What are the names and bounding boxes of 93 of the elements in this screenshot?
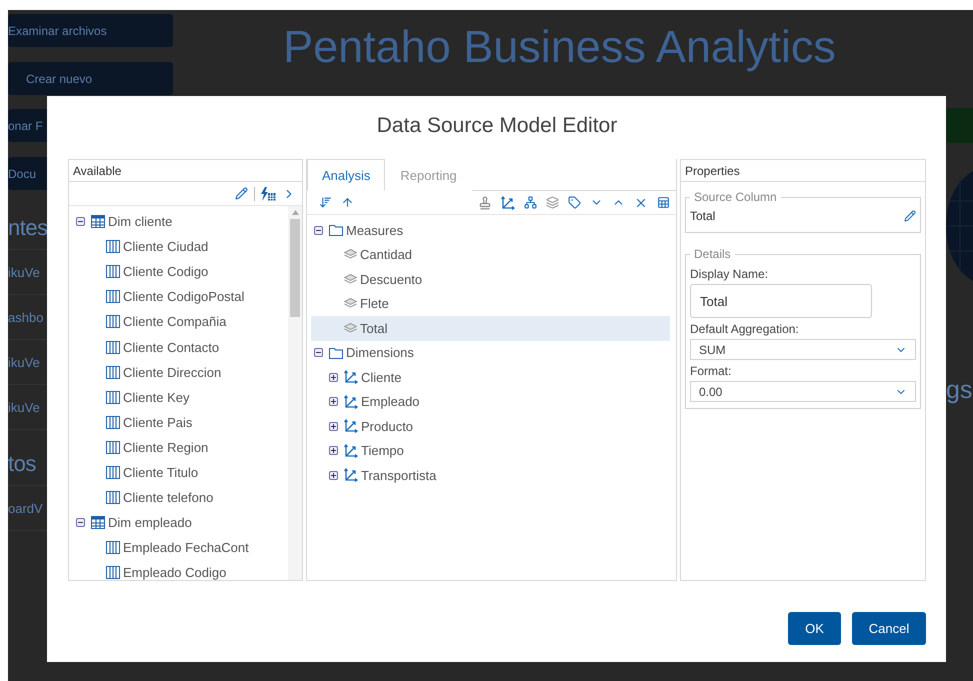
tree-item[interactable]: Dim empleado bbox=[73, 510, 288, 536]
tree-item[interactable]: Producto bbox=[311, 414, 670, 438]
tree-item[interactable]: Cliente Compañia bbox=[73, 309, 288, 334]
section-heading: gs bbox=[946, 376, 973, 405]
tree-item[interactable]: Cliente Key bbox=[73, 384, 288, 410]
tree-item[interactable]: Descuento bbox=[311, 267, 670, 292]
tree-item[interactable]: Cliente Codigo bbox=[73, 259, 288, 284]
column-icon bbox=[106, 265, 120, 278]
sort-up-icon[interactable] bbox=[341, 196, 354, 209]
column-icon bbox=[106, 390, 120, 404]
stamp-icon[interactable] bbox=[478, 196, 492, 210]
collapse-icon[interactable] bbox=[76, 518, 85, 528]
tree-item[interactable]: Cliente bbox=[311, 365, 670, 390]
axes-icon bbox=[344, 444, 358, 458]
column-icon bbox=[106, 416, 120, 429]
column-icon bbox=[106, 491, 120, 504]
folder-icon bbox=[329, 224, 343, 236]
tree-item[interactable]: Cliente telefono bbox=[73, 485, 288, 510]
column-icon bbox=[106, 315, 120, 328]
axes-icon bbox=[344, 468, 358, 482]
select-field[interactable]: 0.00 bbox=[690, 381, 916, 402]
column-icon bbox=[106, 466, 120, 479]
tag-icon[interactable] bbox=[568, 196, 581, 209]
menu-button[interactable]: Examinar archivos bbox=[8, 14, 173, 47]
field-label: Format: bbox=[690, 364, 732, 378]
tree-item[interactable]: Empleado bbox=[311, 390, 670, 414]
column-icon bbox=[106, 340, 120, 354]
app-title: Pentaho Business Analytics bbox=[283, 22, 836, 72]
expand-icon[interactable] bbox=[329, 397, 338, 406]
hierarchy-icon[interactable] bbox=[524, 196, 537, 209]
expand-icon[interactable] bbox=[329, 470, 338, 480]
column-icon bbox=[106, 566, 120, 580]
axes-icon bbox=[501, 196, 515, 210]
field-label: Display Name: bbox=[690, 267, 770, 281]
layers-icon bbox=[344, 298, 357, 310]
scrollbar[interactable] bbox=[288, 206, 302, 580]
collapse-icon[interactable] bbox=[314, 226, 323, 235]
source-column-value: Total bbox=[690, 209, 716, 223]
column-icon bbox=[106, 440, 120, 454]
tree-item[interactable]: Total bbox=[311, 316, 670, 340]
panel-title: Available bbox=[69, 160, 302, 182]
menu-button[interactable]: Crear nuevo bbox=[8, 62, 173, 95]
tree-item[interactable]: Cliente Direccion bbox=[73, 360, 288, 385]
group-legend: Source Column bbox=[690, 190, 781, 204]
axes-icon bbox=[344, 394, 358, 409]
pencil-icon[interactable] bbox=[235, 187, 248, 200]
tree-item[interactable]: Cliente Contacto bbox=[73, 334, 288, 360]
expand-icon[interactable] bbox=[329, 446, 338, 456]
sort-down-icon[interactable] bbox=[319, 196, 332, 209]
table-icon bbox=[91, 516, 105, 530]
expand-icon[interactable] bbox=[329, 422, 338, 431]
tree-item[interactable]: Cliente CodigoPostal bbox=[73, 284, 288, 310]
panel-title: Properties bbox=[681, 160, 925, 182]
tree-item[interactable]: Measures bbox=[311, 218, 670, 242]
table-remove-icon[interactable] bbox=[657, 196, 670, 209]
layers-icon bbox=[344, 322, 357, 334]
select-field[interactable]: SUM bbox=[690, 339, 916, 360]
layers-icon[interactable] bbox=[546, 196, 559, 209]
folder-icon bbox=[329, 346, 343, 359]
collapse-icon[interactable] bbox=[76, 217, 85, 226]
column-icon bbox=[106, 366, 120, 379]
tree-item[interactable]: Flete bbox=[311, 292, 670, 316]
lightning-table-icon[interactable] bbox=[261, 186, 276, 200]
column-icon bbox=[106, 290, 120, 304]
axes-icon bbox=[344, 370, 358, 384]
column-icon bbox=[106, 541, 120, 554]
tree-item[interactable]: Tiempo bbox=[311, 438, 670, 463]
tree-item[interactable]: Dim cliente bbox=[73, 209, 288, 234]
column-icon bbox=[106, 240, 120, 254]
pencil-icon[interactable] bbox=[904, 210, 916, 222]
tree-item[interactable]: Cliente Region bbox=[73, 434, 288, 460]
display-name-field[interactable]: Total bbox=[690, 284, 872, 318]
layers-icon bbox=[344, 249, 357, 260]
dialog-title: Data Source Model Editor bbox=[376, 114, 618, 139]
tree-item[interactable]: Cliente Ciudad bbox=[73, 234, 288, 260]
tree-item[interactable]: Empleado Codigo bbox=[73, 560, 288, 580]
field-label: Default Aggregation: bbox=[690, 322, 800, 336]
tree-item[interactable]: Dimensions bbox=[311, 340, 670, 365]
expand-icon[interactable] bbox=[329, 372, 338, 382]
group-legend: Details bbox=[690, 247, 735, 261]
table-icon bbox=[91, 215, 105, 228]
collapse-icon[interactable] bbox=[314, 348, 323, 358]
scroll-thumb[interactable] bbox=[290, 219, 300, 317]
tree-item[interactable]: Cliente Pais bbox=[73, 410, 288, 435]
tree-item[interactable]: Empleado FechaCont bbox=[73, 535, 288, 560]
ok-button[interactable]: OK bbox=[788, 612, 841, 645]
axes-icon bbox=[344, 419, 358, 434]
tree-item[interactable]: Transportista bbox=[311, 463, 670, 488]
tree-item[interactable]: Cantidad bbox=[311, 242, 670, 267]
layers-icon bbox=[344, 274, 357, 285]
tab[interactable]: Analysis bbox=[307, 159, 386, 191]
cancel-button[interactable]: Cancel bbox=[852, 612, 926, 645]
tree-item[interactable]: Cliente Titulo bbox=[73, 460, 288, 486]
